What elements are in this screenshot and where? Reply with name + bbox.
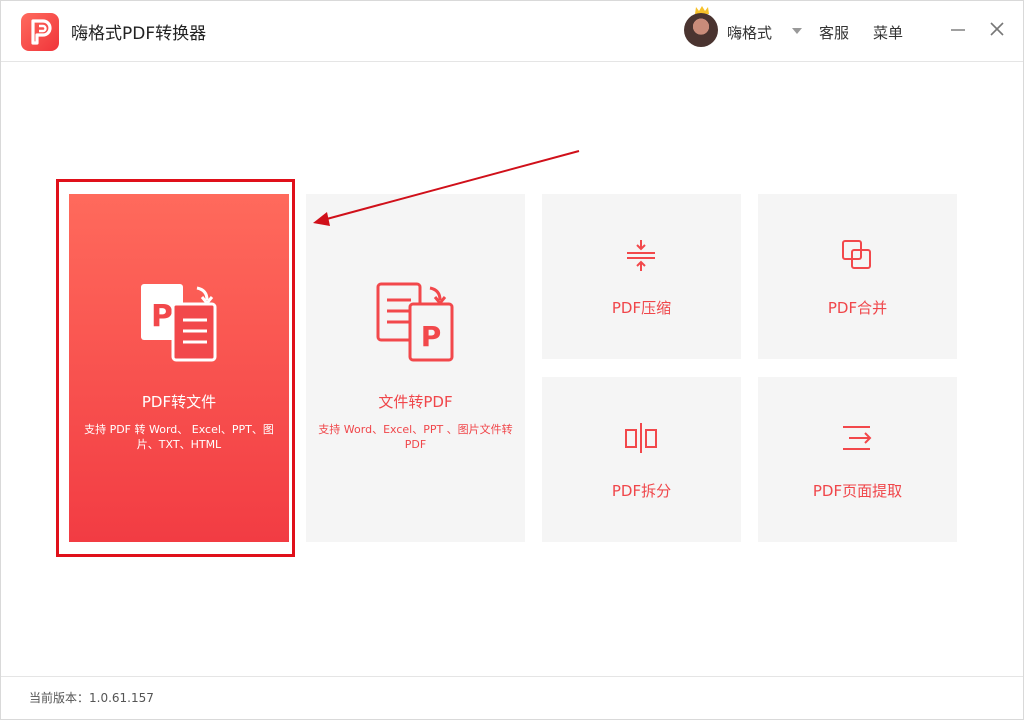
user-name[interactable]: 嗨格式 [727, 22, 772, 43]
svg-text:P: P [421, 320, 442, 353]
pdf-logo-icon [21, 13, 59, 51]
page-extract-icon [840, 421, 874, 455]
close-icon[interactable] [985, 17, 1009, 41]
pdf-page-extract-label: PDF页面提取 [812, 482, 903, 500]
user-avatar[interactable] [684, 13, 718, 47]
compress-icon [624, 238, 658, 272]
merge-icon [840, 238, 874, 272]
app-window: 嗨格式PDF转换器 嗨格式 客服 菜单 P PDF转文件 支持 PDF 转 Wo… [0, 0, 1024, 720]
split-icon [624, 421, 658, 455]
pdf-compress-card[interactable]: PDF压缩 [542, 194, 741, 359]
chevron-down-icon[interactable] [792, 28, 802, 34]
pdf-merge-card[interactable]: PDF合并 [758, 194, 957, 359]
pdf-split-card[interactable]: PDF拆分 [542, 377, 741, 542]
pdf-split-label: PDF拆分 [611, 482, 672, 500]
file-to-pdf-card[interactable]: P 文件转PDF 支持 Word、Excel、PPT 、图片文件转 PDF [306, 194, 525, 542]
file-to-pdf-desc: 支持 Word、Excel、PPT 、图片文件转 PDF [318, 423, 513, 451]
file-to-pdf-label: 文件转PDF [378, 393, 453, 411]
pdf-to-file-label: PDF转文件 [141, 393, 217, 411]
app-title: 嗨格式PDF转换器 [71, 24, 207, 44]
pdf-to-file-icon: P [139, 282, 219, 364]
pdf-to-file-desc: 支持 PDF 转 Word、 Excel、PPT、图片、TXT、HTML [84, 423, 274, 451]
title-bar: 嗨格式PDF转换器 嗨格式 客服 菜单 [1, 1, 1023, 62]
pdf-merge-label: PDF合并 [827, 299, 888, 317]
pdf-page-extract-card[interactable]: PDF页面提取 [758, 377, 957, 542]
svg-text:P: P [151, 299, 173, 334]
customer-service-button[interactable]: 客服 [819, 22, 849, 43]
footer-divider [1, 676, 1023, 677]
pdf-compress-label: PDF压缩 [611, 299, 672, 317]
file-to-pdf-icon: P [376, 282, 456, 364]
version-label: 当前版本：1.0.61.157 [29, 691, 154, 705]
menu-button[interactable]: 菜单 [873, 22, 903, 43]
minimize-icon[interactable] [946, 17, 970, 41]
pdf-to-file-card[interactable]: P PDF转文件 支持 PDF 转 Word、 Excel、PPT、图片、TXT… [69, 194, 289, 542]
